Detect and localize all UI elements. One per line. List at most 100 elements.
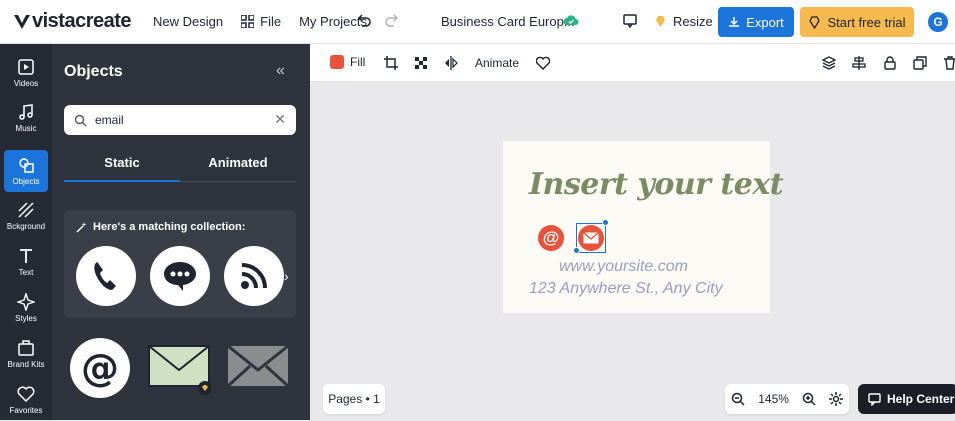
rail-item-styles[interactable]: Styles — [4, 287, 48, 329]
tab-static[interactable]: Static — [64, 148, 180, 182]
at-sign-icon[interactable]: @ — [538, 225, 564, 251]
card-address[interactable]: 123 Anywhere St., Any City — [529, 280, 723, 298]
rail-item-music[interactable]: Music — [4, 97, 48, 139]
duplicate-icon[interactable] — [913, 56, 927, 70]
collection-title-text: Here's a matching collection: — [93, 221, 246, 233]
comment-icon[interactable] — [622, 13, 638, 29]
collapse-panel-icon[interactable]: « — [276, 62, 285, 80]
zoom-controls: 145% — [725, 384, 849, 414]
resize-label: Resize — [673, 14, 713, 29]
layers-icon[interactable] — [822, 56, 836, 70]
objects-panel: Objects « email ✕ Static Animated Here's… — [52, 44, 310, 420]
matching-collection: Here's a matching collection: › — [64, 210, 296, 318]
tabs: Static Animated — [64, 148, 296, 182]
help-chat-icon — [868, 392, 881, 406]
logo-mark-icon — [14, 14, 30, 29]
lock-icon[interactable] — [883, 56, 897, 70]
envelope-icon — [148, 345, 212, 395]
settings-gear-icon[interactable] — [828, 392, 843, 406]
avatar[interactable]: G — [928, 12, 948, 32]
rail-item-brand-kits[interactable]: Brand Kits — [4, 333, 48, 375]
fill-swatch — [330, 55, 344, 69]
start-free-trial-button[interactable]: Start free trial — [800, 7, 914, 37]
zoom-level[interactable]: 145% — [758, 392, 789, 406]
vistacreate-logo[interactable]: vistacreate — [12, 10, 132, 33]
envelope-object[interactable] — [147, 338, 212, 398]
logo-text: vistacreate — [32, 10, 132, 32]
rail-item-favorites[interactable]: Favorites — [4, 379, 48, 421]
rail-item-objects[interactable]: Objects — [4, 150, 48, 192]
search-value: email — [95, 113, 124, 127]
rail-label: Music — [15, 124, 37, 133]
panel-title: Objects — [64, 63, 123, 80]
diamond-icon — [809, 15, 821, 29]
trash-icon[interactable] — [943, 56, 955, 70]
collection-title: Here's a matching collection: — [76, 221, 245, 233]
magic-wand-icon — [76, 221, 87, 232]
phone-icon — [94, 262, 116, 290]
redo-icon[interactable] — [384, 13, 400, 29]
music-icon — [19, 104, 33, 120]
rail-label: Favorites — [9, 406, 43, 415]
chevron-right-icon[interactable]: › — [284, 268, 289, 284]
design-canvas[interactable]: Insert your text @ www.yoursite.com 123 … — [503, 141, 784, 313]
new-design-button[interactable]: New Design — [153, 14, 223, 29]
new-design-label: New Design — [153, 14, 224, 29]
at-sign-icon: @ — [70, 338, 130, 398]
premium-diamond-icon — [656, 16, 665, 27]
file-label: File — [260, 14, 282, 29]
help-center-button[interactable]: Help Center — [858, 384, 955, 414]
rail-item-text[interactable]: Text — [4, 241, 48, 283]
export-button[interactable]: Export — [718, 7, 794, 37]
search-icon — [74, 114, 87, 126]
help-center-label: Help Center — [887, 392, 955, 406]
chat-object[interactable] — [150, 246, 210, 306]
envelope-icon — [226, 344, 290, 388]
zoom-out-icon[interactable] — [731, 392, 745, 406]
brand-kit-icon — [18, 340, 34, 356]
background-icon — [18, 202, 34, 218]
left-rail: Videos Music Objects Bckground Text Styl… — [0, 44, 52, 420]
animate-button[interactable]: Animate — [475, 56, 519, 70]
clear-search-icon[interactable]: ✕ — [274, 111, 286, 128]
cloud-saved-icon — [563, 15, 579, 25]
video-icon — [18, 59, 34, 75]
align-icon[interactable] — [852, 56, 866, 70]
heart-icon — [17, 386, 35, 403]
rss-icon — [241, 263, 267, 289]
flip-icon[interactable] — [444, 56, 458, 70]
objects-icon — [19, 158, 34, 173]
fill-button[interactable]: Fill — [330, 55, 365, 69]
rail-label: Videos — [13, 79, 39, 88]
svg-text:@: @ — [81, 346, 119, 390]
text-icon — [20, 249, 32, 263]
rail-item-background[interactable]: Bckground — [4, 195, 48, 237]
at-sign-object[interactable]: @ — [68, 338, 132, 398]
undo-icon[interactable] — [356, 13, 372, 29]
start-trial-label: Start free trial — [827, 14, 906, 30]
rail-label: Brand Kits — [7, 360, 45, 369]
crop-icon[interactable] — [384, 56, 398, 70]
rss-object[interactable] — [224, 246, 284, 306]
selection-box[interactable] — [576, 223, 606, 253]
styles-icon — [17, 293, 35, 311]
pages-button[interactable]: Pages • 1 — [323, 384, 385, 414]
rail-label: Styles — [15, 314, 37, 323]
favorite-heart-icon[interactable] — [536, 56, 550, 70]
rotate-handle[interactable] — [602, 219, 609, 226]
search-input[interactable]: email ✕ — [64, 105, 296, 135]
resize-button[interactable]: Resize — [654, 14, 713, 29]
file-menu[interactable]: File — [241, 14, 281, 29]
transparency-icon[interactable] — [414, 56, 428, 70]
card-website[interactable]: www.yoursite.com — [559, 258, 688, 276]
document-title[interactable]: Business Card Europ... — [441, 14, 575, 29]
tab-animated[interactable]: Animated — [180, 148, 296, 182]
export-label: Export — [746, 14, 784, 30]
card-heading[interactable]: Insert your text — [529, 167, 784, 202]
element-toolbar: Fill Animate — [310, 44, 955, 82]
phone-object[interactable] — [76, 246, 136, 306]
resize-handle[interactable] — [573, 247, 580, 254]
zoom-in-icon[interactable] — [802, 392, 816, 406]
grey-envelope-object[interactable] — [226, 338, 290, 398]
rail-item-videos[interactable]: Videos — [4, 52, 48, 94]
